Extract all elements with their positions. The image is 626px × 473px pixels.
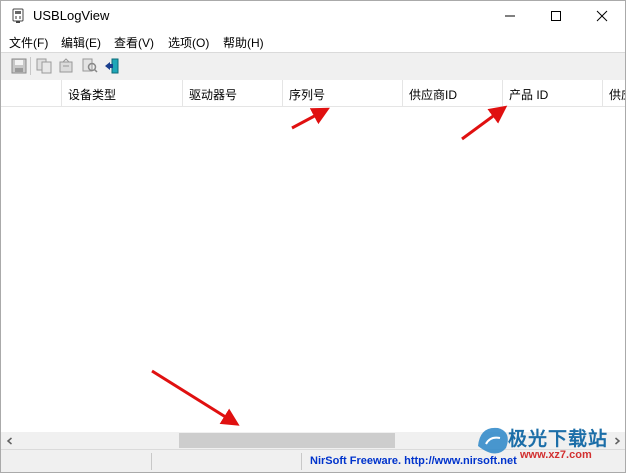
toolbar-separator (30, 57, 31, 75)
scroll-right-button[interactable] (608, 432, 625, 449)
menu-edit[interactable]: 编辑(E) (61, 34, 101, 51)
nirsoft-link[interactable]: NirSoft Freeware. http://www.nirsoft.net (310, 455, 517, 467)
menu-file[interactable]: 文件(F) (9, 34, 48, 51)
column-header-serial-number[interactable]: 序列号 (283, 80, 403, 106)
status-separator (151, 453, 152, 470)
usb-app-icon (10, 8, 26, 24)
menu-options[interactable]: 选项(O) (168, 34, 209, 51)
minimize-icon (505, 15, 515, 17)
column-header-device-type[interactable]: 设备类型 (62, 80, 183, 106)
title-bar[interactable]: USBLogView (1, 1, 625, 31)
maximize-button[interactable] (533, 1, 579, 31)
watermark-text: 极光下载站 (508, 429, 609, 450)
app-window: USBLogView 文件(F) 编辑(E) 查看(V) 选项(O) 帮助(H) (0, 0, 626, 473)
status-separator (301, 453, 302, 470)
column-header-vendor-id[interactable]: 供应商ID (403, 80, 503, 106)
maximize-icon (551, 11, 561, 21)
usb-log-list[interactable]: 设备类型 驱动器号 序列号 供应商ID 产品 ID 供应 (1, 80, 625, 432)
toolbar (1, 52, 625, 81)
scrollbar-thumb[interactable] (179, 433, 395, 448)
column-header-index[interactable] (1, 80, 62, 106)
copy-icon[interactable] (35, 57, 53, 75)
save-icon[interactable] (10, 57, 28, 75)
scroll-left-button[interactable] (1, 432, 18, 449)
menu-bar: 文件(F) 编辑(E) 查看(V) 选项(O) 帮助(H) (1, 31, 625, 52)
chevron-right-icon (614, 436, 620, 445)
window-title: USBLogView (33, 8, 110, 23)
column-header-product-id[interactable]: 产品 ID (503, 80, 603, 106)
close-button[interactable] (579, 1, 625, 31)
list-header: 设备类型 驱动器号 序列号 供应商ID 产品 ID 供应 (1, 80, 625, 107)
watermark-url: www.xz7.com (520, 449, 592, 461)
menu-view[interactable]: 查看(V) (114, 34, 154, 51)
minimize-button[interactable] (487, 1, 533, 31)
chevron-left-icon (6, 436, 12, 445)
close-icon (596, 10, 608, 22)
column-header-vendor-name[interactable]: 供应 (603, 80, 625, 106)
properties-icon[interactable] (57, 57, 75, 75)
column-header-drive-letter[interactable]: 驱动器号 (183, 80, 283, 106)
exit-icon[interactable] (103, 57, 121, 75)
menu-help[interactable]: 帮助(H) (223, 34, 264, 51)
find-icon[interactable] (81, 57, 99, 75)
